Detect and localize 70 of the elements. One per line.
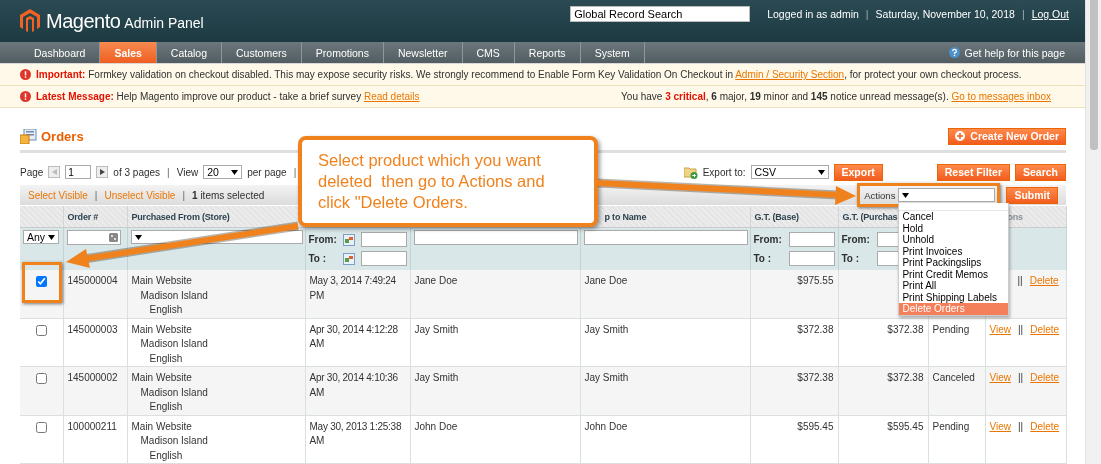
name-cell: John Doe bbox=[410, 415, 580, 464]
order-number-cell: 145000002 bbox=[63, 366, 127, 415]
name-cell: Jay Smith bbox=[410, 318, 580, 367]
date-cell: Apr 30, 2014 4:12:28 AM bbox=[305, 318, 410, 367]
name-cell: John Doe bbox=[580, 415, 750, 464]
separator: || bbox=[1018, 420, 1024, 432]
export-label: Export to: bbox=[702, 166, 746, 178]
name-cell: Jay Smith bbox=[580, 366, 750, 415]
separator: | bbox=[167, 166, 170, 178]
name-cell: Jay Smith bbox=[410, 366, 580, 415]
store-view-name: English bbox=[148, 351, 184, 366]
to-label: To : bbox=[841, 253, 861, 264]
website-name: Main Website bbox=[131, 371, 193, 385]
separator: | bbox=[293, 166, 297, 178]
separator: || bbox=[1018, 323, 1024, 335]
amount-cell: $595.45 bbox=[838, 415, 928, 464]
separator: | bbox=[865, 8, 869, 20]
website-name: Main Website bbox=[131, 419, 193, 434]
name-cell: Jay Smith bbox=[580, 318, 750, 367]
order-number-cell: 145000004 bbox=[63, 270, 127, 318]
separator: || bbox=[1018, 372, 1024, 383]
from-label: From: bbox=[841, 234, 870, 245]
amount-cell: $372.38 bbox=[838, 318, 928, 367]
page-count: of 3 pages bbox=[113, 166, 161, 178]
store-name: Madison Island bbox=[139, 337, 209, 351]
message-text: Important: Formkey validation on checkout disabled. This may expose security risks. We strongly recommend to Enable Form Key Validation On Checkout in Admin / Security Section, for protect your own checkout process. bbox=[36, 69, 1022, 80]
page-title: Orders bbox=[41, 128, 84, 144]
separator: || bbox=[1017, 275, 1023, 286]
from-label: From: bbox=[308, 234, 337, 245]
user-status: Logged in as admin bbox=[767, 8, 859, 20]
page-label: Page bbox=[20, 166, 44, 178]
date-text: Saturday, November 10, 2018 bbox=[875, 8, 1015, 20]
store-view-name: English bbox=[148, 303, 184, 317]
message-text: Latest Message: Help Magento improve our product - take a brief survey Read details bbox=[36, 91, 420, 102]
from-label: From: bbox=[753, 234, 782, 245]
order-number-cell: 145000003 bbox=[63, 318, 127, 367]
amount-cell: $975.55 bbox=[750, 270, 838, 318]
logo-subtitle: Admin Panel bbox=[124, 14, 204, 31]
store-name: Madison Island bbox=[139, 385, 209, 400]
separator: | bbox=[182, 189, 186, 201]
actions-label: Actions bbox=[864, 189, 896, 201]
view-label: View bbox=[176, 166, 199, 178]
message-summary: You have 3 critical, 6 major, 19 minor and 145 notice unread message(s). Go to messages inbox bbox=[621, 91, 1051, 102]
store-name: Madison Island bbox=[139, 434, 209, 448]
amount-cell: $372.38 bbox=[838, 366, 928, 415]
separator: | bbox=[94, 189, 98, 201]
store-view-name: English bbox=[148, 448, 184, 463]
amount-cell: $372.38 bbox=[750, 366, 838, 415]
website-name: Main Website bbox=[131, 274, 193, 288]
status-cell: Pending bbox=[928, 415, 985, 464]
store-view-name: English bbox=[148, 400, 184, 414]
to-label: To : bbox=[308, 253, 328, 264]
to-label: To : bbox=[753, 253, 773, 264]
date-cell: Apr 30, 2014 4:10:36 AM bbox=[305, 366, 410, 415]
status-cell: Canceled bbox=[928, 366, 985, 415]
per-page-label: per page bbox=[247, 166, 287, 178]
name-cell: Jane Doe bbox=[580, 270, 750, 318]
callout-box: Select product which you want deleted then go to Actions and click "Delete Orders. bbox=[298, 136, 598, 227]
store-name: Madison Island bbox=[139, 288, 209, 303]
date-cell: May 3, 2014 7:49:24 PM bbox=[305, 270, 410, 318]
amount-cell: $372.38 bbox=[750, 318, 838, 367]
date-cell: May 30, 2013 1:25:38 AM bbox=[305, 415, 410, 464]
website-name: Main Website bbox=[131, 322, 193, 337]
status-cell: Pending bbox=[928, 318, 985, 367]
selection-count: 1 items selected bbox=[192, 189, 265, 201]
separator: | bbox=[1021, 8, 1025, 20]
logo-text: Magento bbox=[46, 9, 121, 33]
amount-cell: $595.45 bbox=[750, 415, 838, 464]
order-number-cell: 100000211 bbox=[63, 415, 127, 464]
name-cell: Jane Doe bbox=[410, 270, 580, 318]
